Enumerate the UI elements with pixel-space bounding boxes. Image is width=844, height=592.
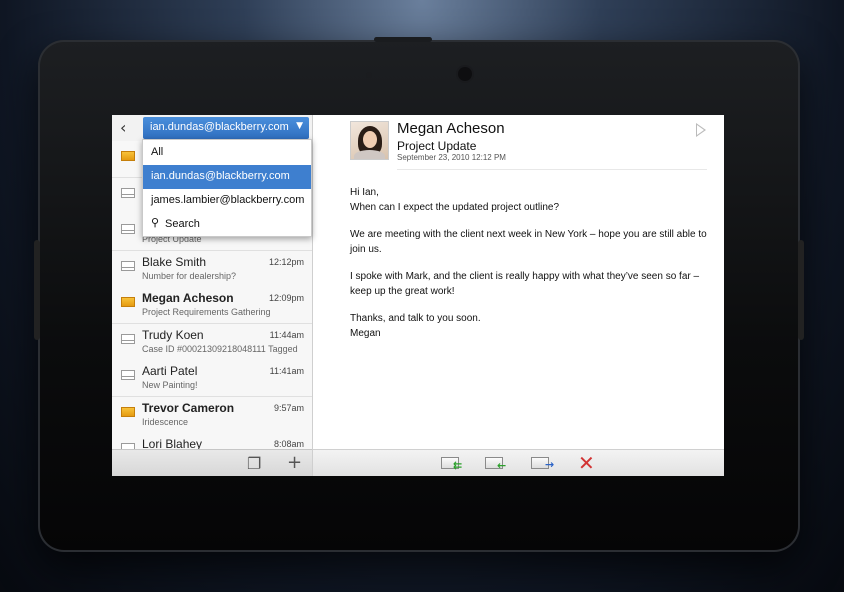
email-reading-pane: Megan Acheson Project Update September 2… (313, 115, 724, 476)
message-sender: Trudy Koen (142, 327, 204, 342)
message-row[interactable]: Trevor Cameron 9:57am Iridescence (112, 396, 312, 434)
message-time: 12:09pm (268, 293, 304, 303)
email-body: Hi Ian, When can I expect the updated pr… (350, 185, 710, 353)
message-row[interactable]: Blake Smith 12:12pm Number for dealership? (112, 250, 312, 288)
message-sender: Megan Acheson (142, 291, 234, 305)
forward-icon[interactable]: → (531, 455, 555, 471)
sender-avatar (350, 121, 389, 160)
chevron-left-icon[interactable]: ‹ (120, 118, 126, 137)
envelope-icon (121, 297, 135, 307)
account-select[interactable]: ian.dundas@blackberry.com ▼ (143, 117, 309, 139)
body-paragraph: Hi Ian, When can I expect the updated pr… (350, 187, 560, 213)
message-list-pane: Project Update Blake Smith 12:12pm Number f… (112, 115, 313, 476)
message-list-toolbar: ❐ + (112, 449, 312, 476)
body-paragraph: We are meeting with the client next week… (350, 229, 707, 255)
account-dropdown-menu: All ian.dundas@blackberry.com james.lamb… (142, 139, 312, 237)
envelope-icon (121, 224, 135, 234)
body-paragraph: I spoke with Mark, and the client is rea… (350, 271, 700, 297)
body-paragraph: Thanks, and talk to you soon. Megan (350, 313, 481, 339)
dropdown-option-all[interactable]: All (143, 141, 311, 165)
multi-select-icon[interactable]: ❐ (247, 454, 261, 473)
message-subject: Iridescence (142, 416, 189, 427)
dropdown-option-search[interactable]: ⚲ Search (143, 213, 311, 237)
envelope-icon (121, 333, 135, 344)
plus-icon[interactable]: + (287, 452, 302, 473)
envelope-icon (121, 370, 135, 380)
header-divider (397, 169, 707, 170)
right-edge (798, 240, 804, 340)
reply-all-icon[interactable]: ⇇ (441, 455, 465, 472)
email-actions-toolbar: ⇇ ← → ✕ (313, 449, 724, 476)
dropdown-option-ian[interactable]: ian.dundas@blackberry.com (143, 165, 311, 189)
message-time: 11:41am (269, 366, 304, 376)
message-time: 12:12pm (268, 256, 304, 267)
message-row[interactable]: Trudy Koen 11:44am Case ID #00021309218048… (112, 323, 312, 361)
account-select-value: ian.dundas@blackberry.com (150, 121, 289, 133)
message-sender: Aarti Patel (142, 364, 198, 378)
message-sender: Blake Smith (142, 254, 207, 269)
envelope-icon (121, 187, 135, 198)
envelope-icon (121, 406, 135, 417)
message-subject: Case ID #00021309218048111 Tagged (142, 343, 298, 354)
caret-down-icon: ▼ (296, 121, 303, 131)
message-time: 9:57am (273, 402, 304, 413)
message-list-header: ‹ ian.dundas@blackberry.com ▼ (112, 115, 312, 141)
message-subject: Number for dealership? (142, 270, 237, 281)
reply-icon[interactable]: ← (485, 455, 509, 472)
message-subject: Project Requirements Gathering (142, 307, 271, 317)
light-sensor (366, 72, 372, 78)
message-subject: New Painting! (142, 380, 198, 390)
sender-name: Megan Acheson (397, 120, 505, 137)
dropdown-option-james[interactable]: james.lambier@blackberry.com (143, 189, 311, 213)
magnifier-icon: ⚲ (151, 217, 160, 229)
flag-icon[interactable] (696, 123, 706, 137)
envelope-icon (121, 151, 135, 161)
email-date: September 23, 2010 12:12 PM (397, 153, 506, 162)
delete-x-icon[interactable]: ✕ (578, 451, 595, 475)
message-time: 8:08am (273, 439, 304, 449)
email-app-screen: Project Update Blake Smith 12:12pm Number f… (112, 115, 724, 476)
front-camera (458, 67, 472, 81)
message-sender: Trevor Cameron (142, 400, 235, 415)
power-button (374, 37, 432, 42)
envelope-icon (121, 260, 135, 271)
left-edge (34, 240, 40, 340)
email-subject: Project Update (397, 139, 477, 153)
message-time: 11:44am (269, 329, 304, 340)
message-row[interactable]: Megan Acheson 12:09pm Project Requirements… (112, 287, 312, 324)
message-row[interactable]: Aarti Patel 11:41am New Painting! (112, 360, 312, 397)
